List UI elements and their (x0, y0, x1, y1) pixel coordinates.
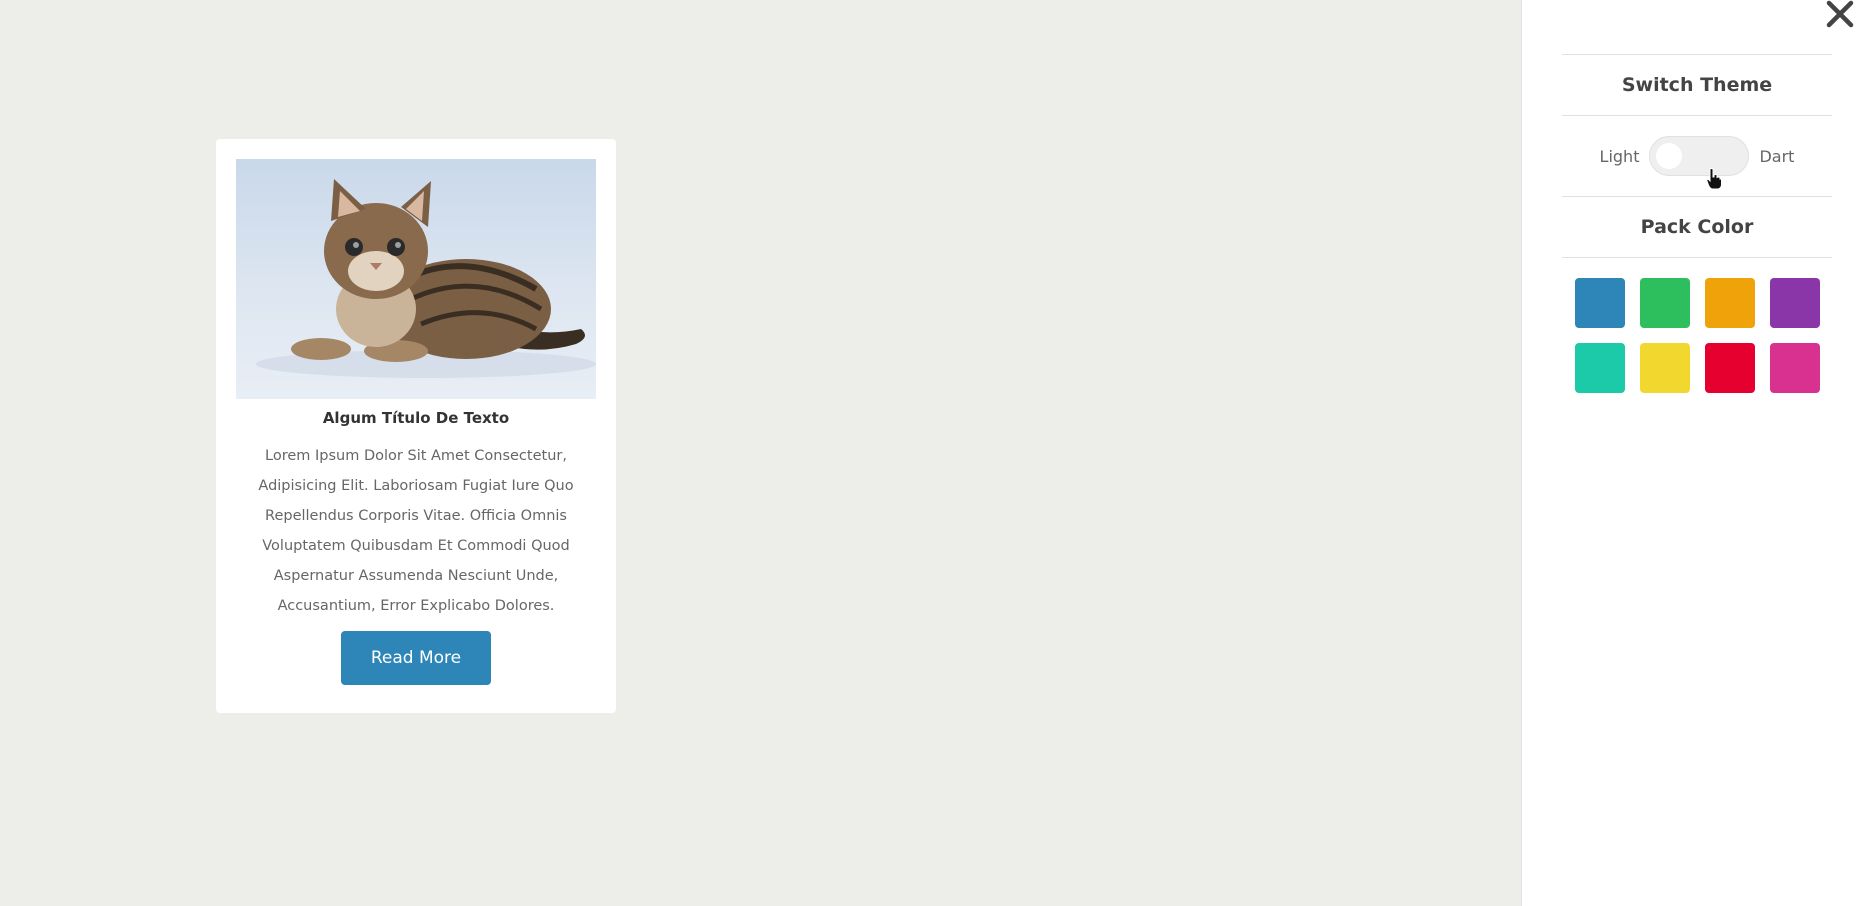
card-title: Algum Título De Texto (322, 409, 510, 427)
light-label: Light (1599, 146, 1640, 166)
card-text: Lorem Ipsum Dolor Sit Amet Consectetur, … (258, 448, 574, 614)
divider (1562, 257, 1832, 258)
color-swatches (1562, 278, 1832, 393)
pack-color-title: Pack Color (1640, 216, 1754, 238)
toggle-knob (1656, 143, 1683, 169)
color-swatch[interactable] (1704, 278, 1755, 328)
theme-panel: Switch Theme Light Dart Pack Color (1521, 0, 1866, 906)
read-more-button[interactable]: Read More (341, 631, 491, 685)
color-swatch[interactable] (1704, 343, 1755, 393)
panel-content: Switch Theme Light Dart Pack Color (1562, 54, 1832, 393)
article-card: Algum Título De Texto Lorem Ipsum Dolor … (216, 139, 616, 713)
dark-label: Dart (1759, 146, 1795, 166)
color-swatch[interactable] (1769, 278, 1820, 328)
color-swatch[interactable] (1574, 278, 1625, 328)
close-icon[interactable] (1824, 0, 1854, 30)
theme-toggle[interactable] (1649, 136, 1750, 176)
kitten-image (256, 179, 596, 378)
theme-switch-row: Light Dart (1562, 116, 1832, 196)
color-swatch[interactable] (1769, 343, 1820, 393)
switch-theme-title: Switch Theme (1621, 74, 1773, 96)
color-swatch[interactable] (1574, 343, 1625, 393)
hand-cursor-icon (1706, 168, 1722, 190)
color-swatch[interactable] (1639, 278, 1690, 328)
color-swatch[interactable] (1639, 343, 1690, 393)
card-image (236, 159, 596, 399)
